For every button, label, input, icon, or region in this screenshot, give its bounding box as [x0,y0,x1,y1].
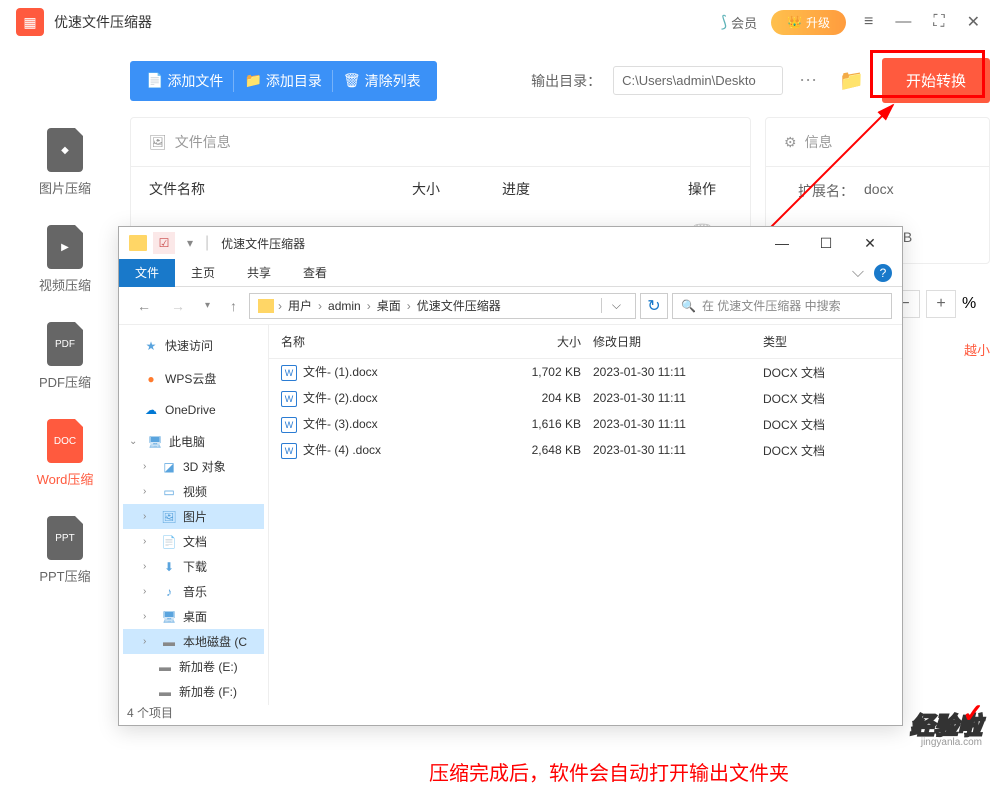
tree-item[interactable]: ▬新加卷 (E:) [123,654,264,679]
watermark: 经验啦 ✓ jingyanla.com [910,706,982,748]
exp-close-icon[interactable]: ✕ [848,228,892,258]
member-icon: ⟆ [721,12,727,32]
tab-file[interactable]: 文件 [119,259,175,287]
bc-folder-icon [258,299,274,313]
video-icon: ▶ [47,225,83,269]
exp-maximize-icon[interactable]: ☐ [804,228,848,258]
hint-text: 越小 [964,340,990,359]
tree-item-pictures[interactable]: ›🖼图片 [123,504,264,529]
annotation-text: 压缩完成后，软件会自动打开输出文件夹 [429,757,789,786]
app-logo: ▦ [16,8,44,36]
explorer-tree[interactable]: ★快速访问 ●WPS云盘 ☁OneDrive ⌄🖥此电脑 ›◪3D 对象 ›▭视… [119,325,269,705]
sidebar-item-image[interactable]: ◆ 图片压缩 [0,114,130,211]
breadcrumb-drop-icon[interactable]: ⌵ [601,298,631,313]
word-icon: DOC [47,419,83,463]
explorer-status: 4 个项目 [127,704,173,721]
titlebar: ▦ 优速文件压缩器 ⟆ 会员 👑 升级 ≡ — ⛶ ✕ [0,0,1000,44]
close-icon[interactable]: ✕ [963,8,984,36]
pdf-icon: PDF [47,322,83,366]
tree-item[interactable]: ›🖥桌面 [123,604,264,629]
recent-icon[interactable]: ▾ [197,296,218,315]
tree-item[interactable]: ›◪3D 对象 [123,454,264,479]
tree-item[interactable]: ›▭视频 [123,479,264,504]
minimize-icon[interactable]: — [891,9,915,35]
image-icon: ◆ [47,128,83,172]
refresh-icon[interactable]: ↻ [640,293,668,319]
file-row[interactable]: W文件- (4) .docx2,648 KB2023-01-30 11:11DO… [269,437,902,463]
ppt-icon: PPT [47,516,83,560]
qat-dropdown-icon[interactable]: ▾ [179,232,201,254]
tree-item[interactable]: ›📄文档 [123,529,264,554]
explorer-files: 名称 大小 修改日期 类型 W文件- (1).docx1,702 KB2023-… [269,325,902,705]
files-header[interactable]: 名称 大小 修改日期 类型 [269,325,902,359]
up-icon[interactable]: ↑ [222,294,245,318]
explorer-nav: ← → ▾ ↑ › 用户› admin› 桌面› 优速文件压缩器 ⌵ ↻ 🔍 在… [119,287,902,325]
plus-button[interactable]: + [926,290,956,318]
clear-list-button[interactable]: 🗑 清除列表 [333,71,431,91]
tab-share[interactable]: 共享 [231,259,287,287]
add-file-button[interactable]: 📄 添加文件 [136,71,233,91]
table-header: 文件名称 大小 进度 操作 [131,167,750,211]
file-row[interactable]: W文件- (2).docx204 KB2023-01-30 11:11DOCX … [269,385,902,411]
convert-button[interactable]: 开始转换 [882,58,990,103]
toolbar: 📄 添加文件 📁 添加目录 🗑 清除列表 输出目录： C:\Users\admi… [130,44,990,117]
info-header: ⚙ 信息 [766,118,989,167]
file-info-header: 🖼 文件信息 [131,118,750,167]
tree-wps[interactable]: ●WPS云盘 [123,366,264,391]
open-folder-icon[interactable]: 📁 [833,68,870,93]
upgrade-button[interactable]: 👑 升级 [771,10,846,35]
output-label: 输出目录： [531,71,601,91]
breadcrumb[interactable]: › 用户› admin› 桌面› 优速文件压缩器 ⌵ [249,293,636,319]
exp-minimize-icon[interactable]: — [760,228,804,258]
forward-icon[interactable]: → [163,294,193,318]
folder-icon [129,235,147,251]
explorer-title: 优速文件压缩器 [221,235,305,252]
browse-dots[interactable]: ⋯ [795,70,821,91]
ribbon-chevron-icon[interactable]: ⌵ [852,264,864,282]
add-folder-button[interactable]: 📁 添加目录 [234,71,331,91]
tree-item[interactable]: ›♪音乐 [123,579,264,604]
sidebar: ◆ 图片压缩 ▶ 视频压缩 PDF PDF压缩 DOC Word压缩 PPT P… [0,44,130,760]
explorer-window: ☑ ▾ | 优速文件压缩器 — ☐ ✕ 文件 主页 共享 查看 ⌵ ? ← → … [118,226,903,726]
tree-item[interactable]: ▬新加卷 (F:) [123,679,264,704]
member-text[interactable]: 会员 [731,13,757,32]
toolbar-buttons: 📄 添加文件 📁 添加目录 🗑 清除列表 [130,61,437,101]
adjust-controls: − + % [890,290,990,318]
tab-home[interactable]: 主页 [175,259,231,287]
explorer-titlebar[interactable]: ☑ ▾ | 优速文件压缩器 — ☐ ✕ [119,227,902,259]
qat-icon[interactable]: ☑ [153,232,175,254]
tree-quick-access[interactable]: ★快速访问 [123,333,264,358]
help-icon[interactable]: ? [874,264,892,282]
search-input[interactable]: 🔍 在 优速文件压缩器 中搜索 [672,293,892,319]
tree-item[interactable]: ›⬇下载 [123,554,264,579]
back-icon[interactable]: ← [129,294,159,318]
file-row[interactable]: W文件- (1).docx1,702 KB2023-01-30 11:11DOC… [269,359,902,385]
app-title: 优速文件压缩器 [54,12,152,32]
tab-view[interactable]: 查看 [287,259,343,287]
output-path-field[interactable]: C:\Users\admin\Deskto [613,66,783,95]
sidebar-item-pdf[interactable]: PDF PDF压缩 [0,308,130,405]
explorer-ribbon: 文件 主页 共享 查看 ⌵ ? [119,259,902,287]
file-row[interactable]: W文件- (3).docx1,616 KB2023-01-30 11:11DOC… [269,411,902,437]
sidebar-item-ppt[interactable]: PPT PPT压缩 [0,502,130,599]
sidebar-item-video[interactable]: ▶ 视频压缩 [0,211,130,308]
tree-pc[interactable]: ⌄🖥此电脑 [123,429,264,454]
tree-item-cdrive[interactable]: ›▬本地磁盘 (C [123,629,264,654]
maximize-icon[interactable]: ⛶ [929,9,948,35]
tree-onedrive[interactable]: ☁OneDrive [123,399,264,421]
sidebar-item-word[interactable]: DOC Word压缩 [0,405,130,502]
menu-icon[interactable]: ≡ [860,9,877,35]
